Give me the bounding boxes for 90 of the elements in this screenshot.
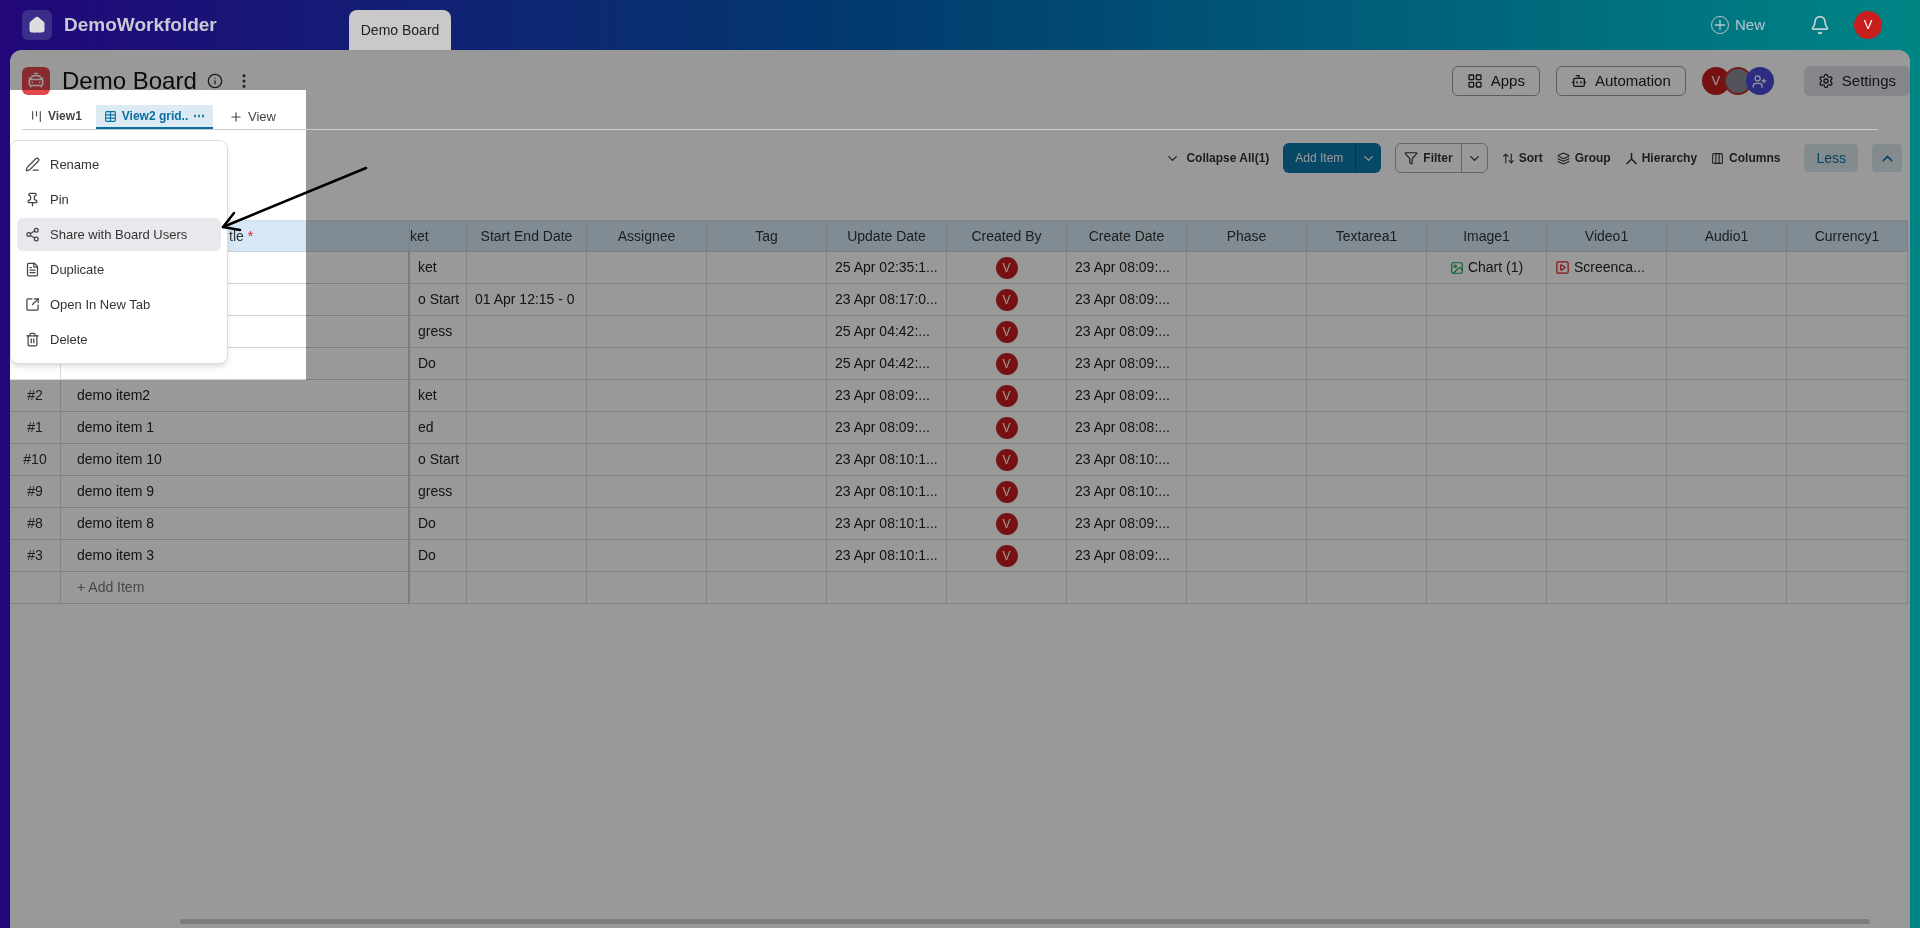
row-number: #3: [10, 540, 61, 572]
column-header[interactable]: Phase: [1226, 225, 1267, 247]
table-cell: Do: [410, 540, 467, 572]
table-cell: gress: [410, 316, 467, 348]
settings-button[interactable]: Settings: [1803, 66, 1910, 96]
user-avatar[interactable]: V: [1854, 11, 1882, 39]
table-cell: 23 Apr 08:10:1...: [827, 508, 947, 540]
filter-split-button[interactable]: Filter: [1395, 143, 1488, 173]
user-avatar: V: [995, 320, 1018, 343]
table-cell: 23 Apr 08:09:...: [1067, 284, 1187, 316]
table-cell: 23 Apr 08:10:1...: [827, 540, 947, 572]
table-cell: 23 Apr 08:10:1...: [827, 476, 947, 508]
row-number: #1: [10, 412, 61, 444]
item-title[interactable]: demo item 1: [61, 412, 410, 444]
column-header[interactable]: Update Date: [847, 225, 926, 247]
table-cell: gress: [410, 476, 467, 508]
add-item-cell[interactable]: + Add Item: [61, 572, 410, 604]
table-cell: ket: [410, 380, 467, 412]
automation-button[interactable]: Automation: [1555, 66, 1686, 96]
user-avatar: V: [995, 384, 1018, 407]
table-cell: 23 Apr 08:10:...: [1067, 476, 1187, 508]
user-avatar: V: [995, 448, 1018, 471]
new-button[interactable]: New: [1711, 13, 1765, 37]
workspace-title[interactable]: DemoWorkfolder: [64, 10, 217, 40]
add-view-button[interactable]: View: [223, 105, 282, 129]
row-number: #8: [10, 508, 61, 540]
less-button[interactable]: Less: [1804, 144, 1858, 172]
apps-button[interactable]: Apps: [1451, 66, 1540, 96]
attachment-link[interactable]: Screenca...: [1574, 257, 1645, 278]
column-header[interactable]: tle *: [229, 225, 254, 247]
table-cell: 23 Apr 08:09:...: [827, 412, 947, 444]
board-title: Demo Board: [62, 66, 197, 96]
board-tab[interactable]: Demo Board: [348, 10, 452, 50]
view-tab[interactable]: View1: [22, 105, 90, 129]
table-cell: 23 Apr 08:10:...: [1067, 444, 1187, 476]
table-cell: 23 Apr 08:09:...: [1067, 348, 1187, 380]
row-number: #10: [10, 444, 61, 476]
table-cell: 23 Apr 08:09:...: [1067, 508, 1187, 540]
table-cell: ket: [410, 252, 467, 284]
table-cell: 23 Apr 08:09:...: [1067, 252, 1187, 284]
table-cell: 25 Apr 04:42:...: [827, 316, 947, 348]
user-avatar: V: [995, 480, 1018, 503]
row-number: #2: [10, 380, 61, 412]
columns-button[interactable]: Columns: [1711, 149, 1781, 167]
table-cell: 23 Apr 08:17:0...: [827, 284, 947, 316]
table-cell: 01 Apr 12:15 - 0: [467, 284, 587, 316]
table-cell: 23 Apr 08:09:...: [1067, 540, 1187, 572]
add-item-split-button[interactable]: Add Item: [1283, 143, 1382, 173]
column-header[interactable]: Image1: [1463, 225, 1510, 247]
table-cell: o Start: [410, 284, 467, 316]
attachment-link[interactable]: Chart (1): [1467, 257, 1524, 278]
table-cell: Do: [410, 508, 467, 540]
item-title[interactable]: demo item 3: [61, 540, 410, 572]
table-cell: 23 Apr 08:09:...: [1067, 380, 1187, 412]
table-cell: 23 Apr 08:09:...: [827, 380, 947, 412]
sort-button[interactable]: Sort: [1501, 149, 1543, 167]
group-button[interactable]: Group: [1556, 149, 1611, 167]
table-cell: 25 Apr 04:42:...: [827, 348, 947, 380]
user-avatar: V: [995, 256, 1018, 279]
table-cell: 25 Apr 02:35:1...: [827, 252, 947, 284]
hierarchy-button[interactable]: Hierarchy: [1624, 149, 1698, 167]
user-avatar: V: [995, 288, 1018, 311]
column-header[interactable]: Assignee: [617, 225, 676, 247]
item-title[interactable]: demo item 10: [61, 444, 410, 476]
view-tab[interactable]: View2 grid.. ⋯: [95, 105, 213, 129]
column-header[interactable]: Create Date: [1088, 225, 1165, 247]
table-cell: 23 Apr 08:10:1...: [827, 444, 947, 476]
table-cell: o Start: [410, 444, 467, 476]
column-header[interactable]: Video1: [1584, 225, 1629, 247]
row-number: #9: [10, 476, 61, 508]
column-header[interactable]: Textarea1: [1335, 225, 1398, 247]
menu-item[interactable]: Share with Board Users: [17, 218, 221, 251]
item-title[interactable]: demo item 9: [61, 476, 410, 508]
column-header[interactable]: ket: [410, 225, 429, 247]
item-title[interactable]: demo item2: [61, 380, 410, 412]
table-cell: 23 Apr 08:08:...: [1067, 412, 1187, 444]
column-header[interactable]: Tag: [755, 225, 778, 247]
item-title[interactable]: demo item 8: [61, 508, 410, 540]
column-header[interactable]: Created By: [971, 225, 1042, 247]
collapse-all-button[interactable]: Collapse All(1): [1165, 149, 1270, 167]
user-avatar: V: [995, 352, 1018, 375]
column-header[interactable]: Audio1: [1704, 225, 1749, 247]
user-avatar: V: [995, 416, 1018, 439]
user-avatar: V: [995, 544, 1018, 567]
user-avatar: V: [995, 512, 1018, 535]
table-cell: Do: [410, 348, 467, 380]
table-cell: 23 Apr 08:09:...: [1067, 316, 1187, 348]
table-cell: ed: [410, 412, 467, 444]
column-header[interactable]: Currency1: [1814, 225, 1880, 247]
column-header[interactable]: Start End Date: [480, 225, 573, 247]
